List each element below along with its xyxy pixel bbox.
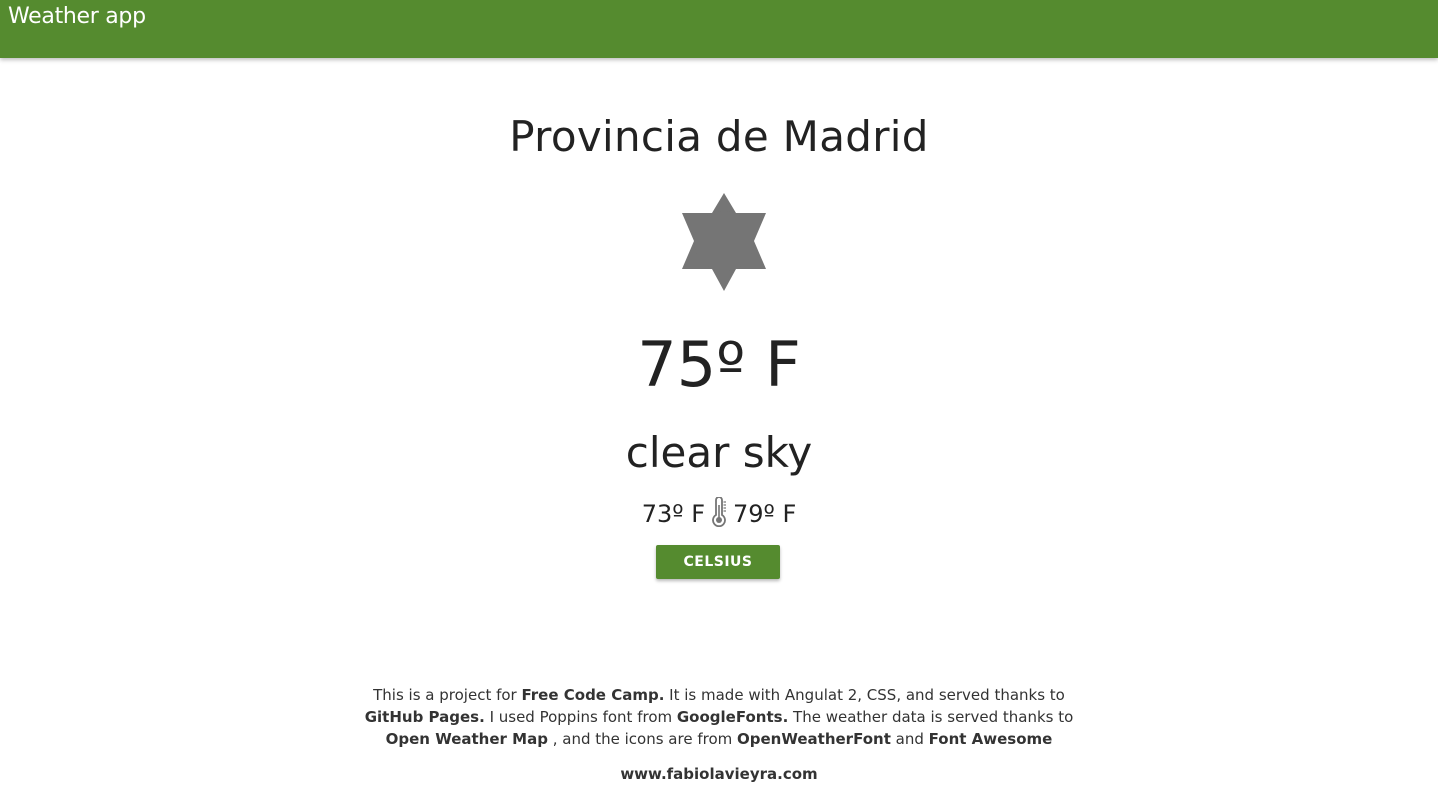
github-pages-credit: GitHub Pages.: [364, 708, 485, 726]
footer-text: I used Poppins font from: [484, 708, 677, 726]
openweatherfont-credit: OpenWeatherFont: [737, 730, 891, 748]
openweathermap-credit: Open Weather Map: [385, 730, 548, 748]
googlefonts-credit: GoogleFonts.: [676, 708, 789, 726]
current-temperature: 75º F: [637, 328, 801, 401]
footer-text: It is made with Angulat 2, CSS, and serv…: [664, 686, 1065, 704]
footer-text: and: [890, 730, 929, 748]
footer-text: This is a project for: [373, 686, 522, 704]
thermometer-icon: [712, 497, 726, 527]
celsius-toggle-button[interactable]: CELSIUS: [656, 545, 780, 579]
freecodecamp-credit: Free Code Camp.: [521, 686, 665, 704]
min-temperature: 73º F: [641, 500, 705, 528]
app-title: Weather app: [8, 4, 146, 29]
sun-icon: [682, 193, 766, 291]
footer-text: The weather data is served thanks to: [788, 708, 1074, 726]
max-temperature: 79º F: [733, 500, 797, 528]
fontawesome-credit: Font Awesome: [928, 730, 1053, 748]
weather-description: clear sky: [625, 428, 813, 477]
footer-credits: This is a project for Free Code Camp. It…: [360, 684, 1078, 750]
temperature-range: 73º F 79º F: [0, 497, 1438, 529]
website-link[interactable]: www.fabiolavieyra.com: [0, 765, 1438, 783]
city-name: Provincia de Madrid: [509, 112, 929, 161]
top-app-bar: Weather app: [0, 0, 1438, 58]
footer-text: , and the icons are from: [547, 730, 738, 748]
